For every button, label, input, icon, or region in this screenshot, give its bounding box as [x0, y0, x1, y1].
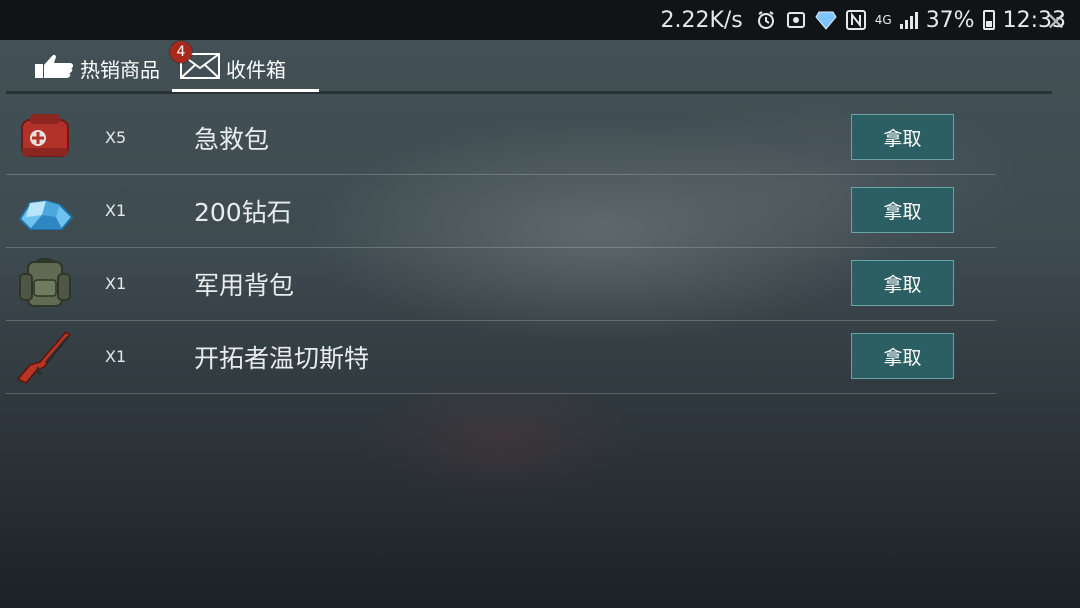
take-button[interactable]: 拿取	[851, 187, 954, 233]
take-button[interactable]: 拿取	[851, 114, 954, 160]
take-button[interactable]: 拿取	[851, 333, 954, 379]
vpn-icon	[785, 9, 807, 31]
item-name: 开拓者温切斯特	[194, 344, 370, 373]
item-quantity: X1	[105, 347, 127, 366]
unread-count-badge: 4	[170, 41, 192, 63]
tab-inbox[interactable]: 收件箱	[180, 52, 286, 85]
item-quantity: X1	[105, 274, 127, 293]
take-button[interactable]: 拿取	[851, 260, 954, 306]
diamond-icon	[815, 9, 837, 31]
close-icon[interactable]: ✕	[1046, 8, 1066, 36]
tab-label: 热销商品	[80, 58, 160, 82]
list-item: X1 200钻石 拿取	[6, 175, 996, 248]
nfc-icon	[845, 9, 867, 31]
network-type: 4G	[874, 13, 892, 27]
rifle-icon	[16, 329, 74, 385]
signal-icon	[899, 11, 918, 29]
item-name: 军用背包	[194, 271, 295, 300]
item-quantity: X5	[105, 128, 127, 147]
tab-bar: 热销商品 收件箱	[0, 40, 1080, 95]
status-bar: 2.22K/s 4G 37% 12:33	[0, 0, 1080, 40]
alarm-icon	[755, 9, 777, 31]
list-item: X1 军用背包 拿取	[6, 248, 996, 321]
military-backpack-icon	[16, 256, 74, 312]
item-name: 200钻石	[194, 198, 292, 227]
tab-hot-items[interactable]: 热销商品	[34, 52, 160, 85]
tab-track	[6, 91, 1052, 94]
diamond-pile-icon	[16, 183, 74, 239]
active-tab-indicator	[172, 89, 319, 92]
battery-percent: 37%	[925, 7, 975, 33]
item-quantity: X1	[105, 201, 127, 220]
item-name: 急救包	[194, 125, 270, 154]
list-item: X5 急救包 拿取	[6, 102, 996, 175]
tab-label: 收件箱	[226, 58, 286, 82]
battery-icon	[982, 10, 995, 30]
first-aid-kit-icon	[16, 110, 74, 166]
network-speed: 2.22K/s	[660, 7, 743, 33]
list-item: X1 开拓者温切斯特 拿取	[6, 321, 996, 394]
thumbs-up-icon	[34, 52, 74, 85]
inbox-list: X5 急救包 拿取 X1 200钻石 拿取 X1 军用背包 拿取 X1 开拓者温…	[6, 102, 996, 394]
